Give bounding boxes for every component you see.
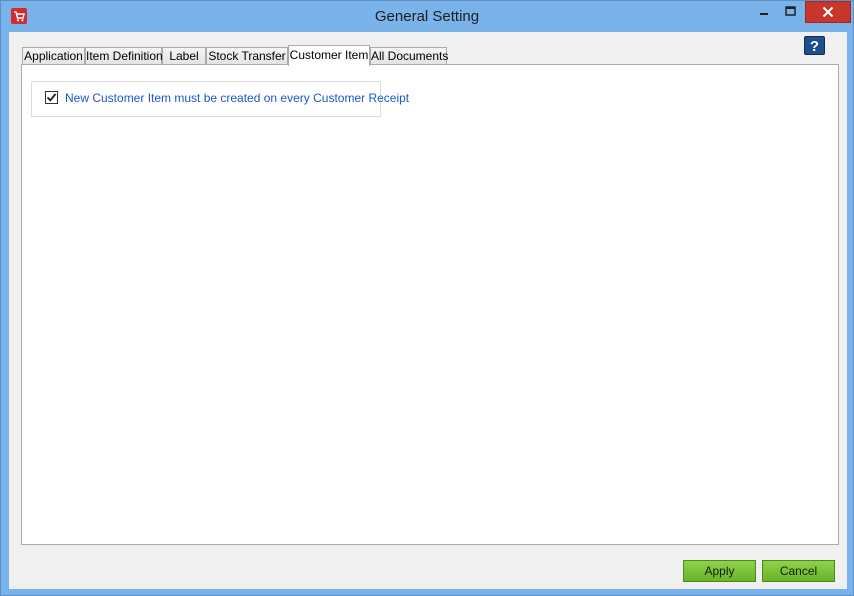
new-customer-item-label: New Customer Item must be created on eve… <box>65 91 410 105</box>
minimize-icon <box>760 13 768 15</box>
general-setting-window: General Setting ? Application Item Defin… <box>0 0 854 596</box>
customer-item-options-group: New Customer Item must be created on eve… <box>31 81 409 117</box>
cancel-button[interactable]: Cancel <box>762 560 835 582</box>
checkmark-icon <box>46 93 57 102</box>
window-title: General Setting <box>374 8 480 25</box>
close-button[interactable] <box>805 1 851 23</box>
apply-button[interactable]: Apply <box>683 560 756 582</box>
close-icon <box>822 6 834 18</box>
tab-customer-item[interactable]: Customer Item <box>288 45 370 66</box>
tab-all-documents[interactable]: All Documents <box>370 47 448 65</box>
dialog-client-area: ? Application Item Definition Label Stoc… <box>9 32 847 589</box>
tab-stock-transfer[interactable]: Stock Transfer <box>206 47 288 65</box>
help-button[interactable]: ? <box>804 36 825 55</box>
maximize-button[interactable] <box>778 1 803 23</box>
tab-item-definition[interactable]: Item Definition <box>85 47 163 65</box>
maximize-icon <box>785 6 796 16</box>
customer-item-panel: New Customer Item must be created on eve… <box>21 64 839 545</box>
minimize-button[interactable] <box>753 1 775 23</box>
tab-label[interactable]: Label <box>162 47 206 65</box>
new-customer-item-checkbox[interactable] <box>45 91 58 104</box>
tab-application[interactable]: Application <box>22 47 85 65</box>
title-bar[interactable]: General Setting <box>1 1 853 32</box>
